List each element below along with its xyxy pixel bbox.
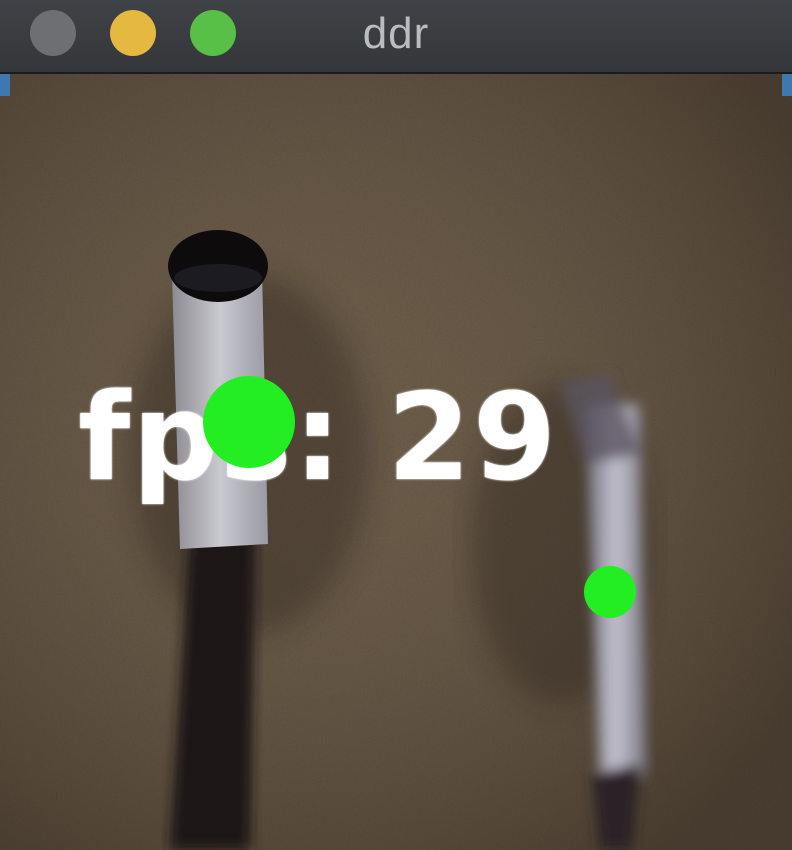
window-title: ddr [362, 9, 430, 58]
title-bar[interactable]: ddr [0, 0, 792, 74]
tracking-marker [584, 566, 636, 618]
camera-feed: fps: 29 [0, 74, 792, 850]
tracking-marker [203, 376, 295, 468]
app-window: ddr fps: 29 [0, 0, 792, 850]
fps-counter: fps: 29 [78, 369, 559, 508]
